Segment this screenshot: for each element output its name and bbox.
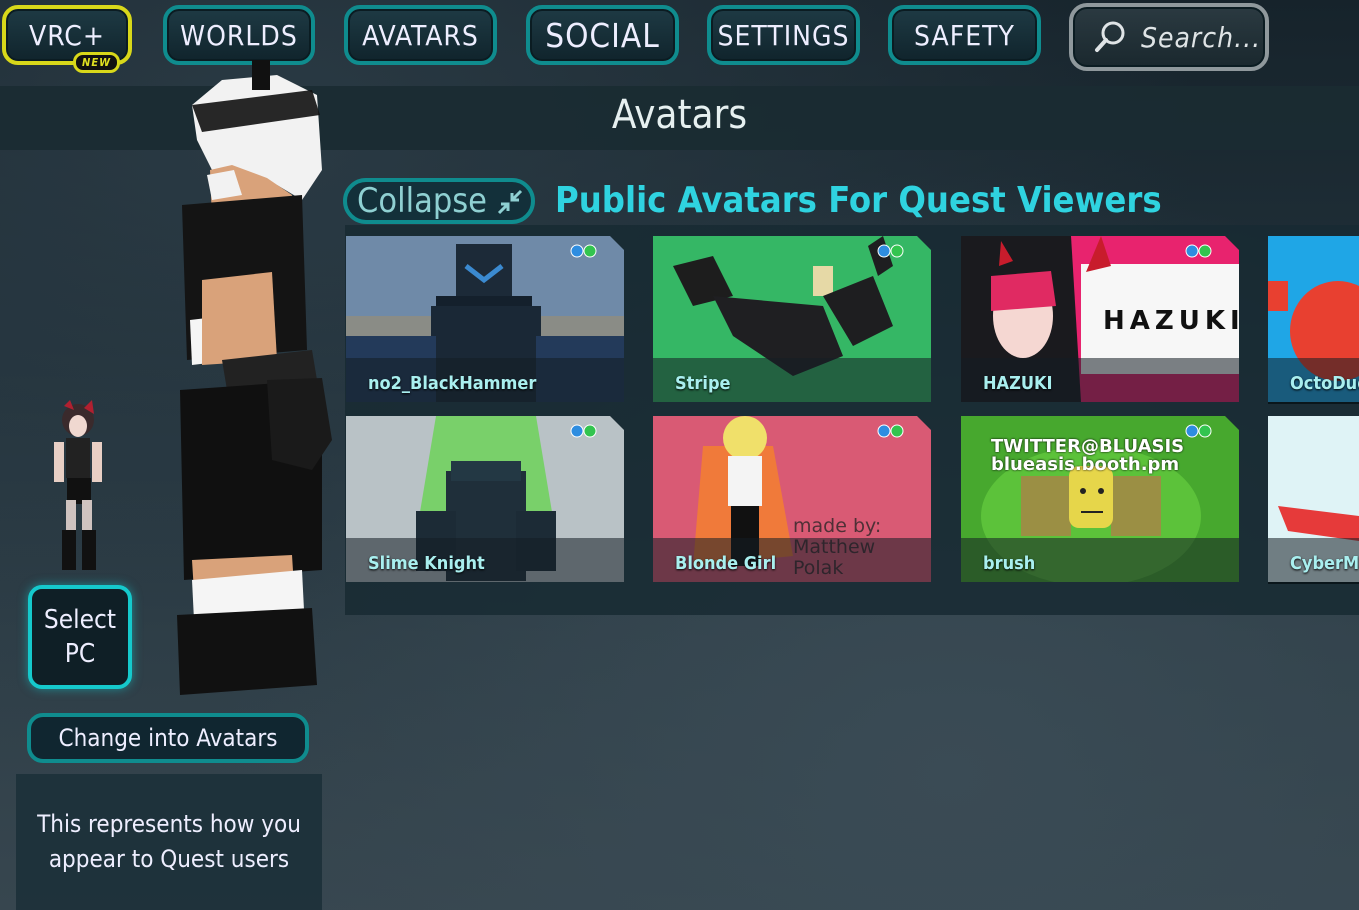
avatar-card[interactable]: HAZUKI HAZUKI <box>961 236 1239 402</box>
tab-safety[interactable]: SAFETY <box>888 5 1041 65</box>
collapse-label: Collapse <box>357 181 488 221</box>
avatar-name: OctoDud <box>1290 373 1359 394</box>
new-badge: NEW <box>73 52 120 73</box>
small-avatar-preview <box>40 400 120 580</box>
current-avatar-preview <box>172 60 332 700</box>
tab-social[interactable]: SOCIAL <box>526 5 679 65</box>
platform-badge-icon <box>877 424 904 438</box>
platform-badge-icon <box>1185 424 1212 438</box>
avatar-card[interactable]: no2_BlackHammer <box>346 236 624 402</box>
quest-info-box: This represents how you appear to Quest … <box>16 774 322 910</box>
avatar-name: Slime Knight <box>368 553 485 574</box>
select-pc-line1: Select <box>43 605 117 635</box>
select-pc-line2: PC <box>64 639 96 669</box>
avatar-card[interactable]: CyberMa <box>1268 416 1359 582</box>
tab-avatars[interactable]: AVATARS <box>344 5 497 65</box>
tab-social-label: SOCIAL <box>545 15 660 55</box>
avatar-name: Stripe <box>675 373 731 394</box>
change-into-avatars-label: Change into Avatars <box>58 724 278 752</box>
change-into-avatars-button[interactable]: Change into Avatars <box>27 713 309 763</box>
platform-badge-icon <box>570 424 597 438</box>
avatar-card[interactable]: Stripe <box>653 236 931 402</box>
avatar-name: CyberMa <box>1290 553 1359 574</box>
search-button[interactable]: Search... <box>1069 3 1269 71</box>
tab-avatars-label: AVATARS <box>362 18 479 52</box>
avatar-name: no2_BlackHammer <box>368 373 537 394</box>
platform-badge-icon <box>1185 244 1212 258</box>
avatar-name: HAZUKI <box>983 373 1053 394</box>
avatar-card[interactable]: Slime Knight <box>346 416 624 582</box>
info-line-1: This represents how you <box>37 810 301 838</box>
tab-safety-label: SAFETY <box>914 18 1015 52</box>
avatar-card[interactable]: TWITTER@BLUASIS blueasis.booth.pm brush <box>961 416 1239 582</box>
search-placeholder: Search... <box>1141 20 1262 54</box>
avatar-card[interactable]: made by: Matthew Polak Blonde Girl <box>653 416 931 582</box>
platform-badge-icon <box>877 244 904 258</box>
section-title: Public Avatars For Quest Viewers <box>555 180 1162 221</box>
tab-settings[interactable]: SETTINGS <box>707 5 860 65</box>
tab-worlds[interactable]: WORLDS <box>163 5 315 65</box>
platform-badge-icon <box>570 244 597 258</box>
collapse-icon <box>495 186 525 216</box>
avatar-overlay-text: HAZUKI <box>1103 306 1239 336</box>
info-line-2: appear to Quest users <box>48 845 290 873</box>
collapse-button[interactable]: Collapse <box>343 178 535 224</box>
search-icon <box>1093 20 1127 54</box>
vrcplus-button[interactable]: VRC+ NEW <box>2 5 132 73</box>
select-pc-button[interactable]: Select PC <box>28 585 132 689</box>
avatar-card[interactable]: OctoDud <box>1268 236 1359 402</box>
avatar-name: brush <box>983 553 1036 574</box>
tab-worlds-label: WORLDS <box>180 18 298 52</box>
tab-settings-label: SETTINGS <box>717 18 850 52</box>
vrcplus-label: VRC+ <box>28 18 106 52</box>
avatar-name: Blonde Girl <box>675 553 777 574</box>
avatar-overlay-line-2: blueasis.booth.pm <box>991 454 1180 475</box>
